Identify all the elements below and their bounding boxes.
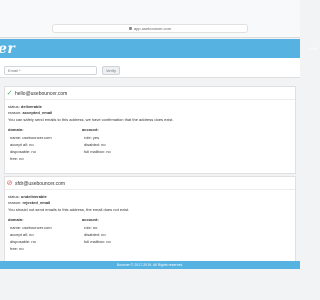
account-disabled: disabled: no xyxy=(84,232,106,237)
header-user-link[interactable]: hello xyxy=(309,46,317,51)
reason-row: reason: rejected_email xyxy=(8,200,50,205)
account-role: role: yes xyxy=(84,135,100,140)
reason-value: rejected_email xyxy=(22,200,51,205)
account-full-mailbox: full mailbox: no xyxy=(84,239,111,244)
address-bar[interactable]: app.usebouncer.com xyxy=(52,24,248,33)
footer: Bouncer © 2017-2019. All Rights reserved… xyxy=(0,261,300,269)
domain-accept-all: accept all: no xyxy=(10,142,34,147)
result-message: You can safely send emails to this addre… xyxy=(8,117,174,122)
domain-name: name: usebouncer.com xyxy=(10,135,52,140)
domain-free: free: no xyxy=(10,156,24,161)
status-row: status: deliverable xyxy=(8,104,42,109)
verify-button[interactable]: Verify xyxy=(102,66,120,75)
ban-icon: ⊘ xyxy=(6,180,13,187)
result-card: ✓ hello@usebouncer.com status: deliverab… xyxy=(4,86,296,174)
status-value: deliverable xyxy=(20,104,42,109)
result-card-header: ✓ hello@usebouncer.com xyxy=(5,87,295,100)
result-card: ⊘ sfdr@usebouncer.com status: undelivera… xyxy=(4,176,296,264)
reason-label: reason: xyxy=(8,110,22,115)
domain-name: name: usebouncer.com xyxy=(10,225,52,230)
result-card-header: ⊘ sfdr@usebouncer.com xyxy=(5,177,295,190)
result-message: You should not send emails to this addre… xyxy=(8,207,130,212)
status-value: undeliverable xyxy=(20,194,47,199)
result-email: hello@usebouncer.com xyxy=(15,91,68,97)
account-role: role: no xyxy=(84,225,98,230)
check-icon: ✓ xyxy=(6,90,13,97)
account-disabled: disabled: no xyxy=(84,142,106,147)
app-header xyxy=(0,39,300,58)
account-header: account: xyxy=(82,127,99,132)
reason-row: reason: accepted_email xyxy=(8,110,52,115)
domain-free: free: no xyxy=(10,246,24,251)
status-label: status: xyxy=(8,104,20,109)
domain-disposable: disposable: no xyxy=(10,149,36,154)
result-email: sfdr@usebouncer.com xyxy=(15,181,66,187)
reason-value: accepted_email xyxy=(22,110,53,115)
domain-header: domain: xyxy=(8,217,24,222)
account-full-mailbox: full mailbox: no xyxy=(84,149,111,154)
domain-disposable: disposable: no xyxy=(10,239,36,244)
domain-header: domain: xyxy=(8,127,24,132)
account-header: account: xyxy=(82,217,99,222)
domain-accept-all: accept all: no xyxy=(10,232,34,237)
reason-label: reason: xyxy=(8,200,22,205)
status-row: status: undeliverable xyxy=(8,194,47,199)
email-field[interactable] xyxy=(4,66,97,75)
address-text: app.usebouncer.com xyxy=(133,26,172,31)
lock-icon xyxy=(128,27,132,31)
logo[interactable]: er xyxy=(0,42,15,56)
status-label: status: xyxy=(8,194,20,199)
